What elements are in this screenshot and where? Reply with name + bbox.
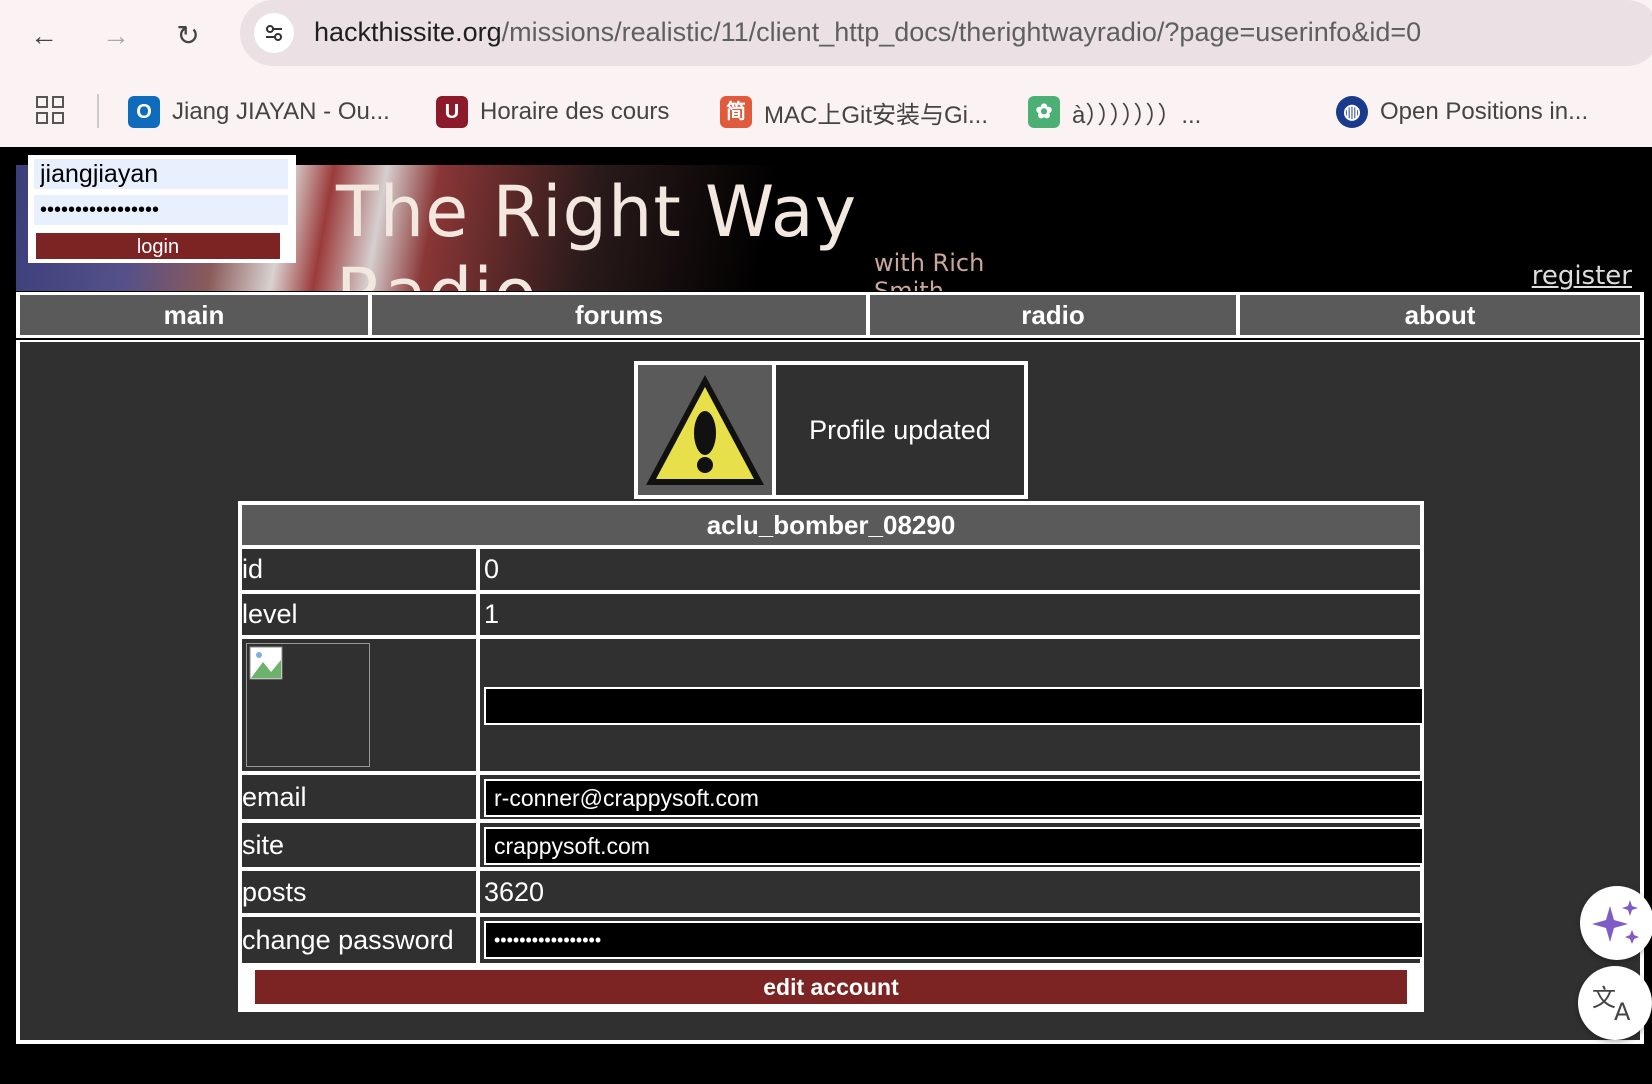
bookmark-label: MAC上Git安装与Gi... (764, 101, 989, 129)
change-password-cell (480, 917, 1424, 963)
back-button[interactable]: ← (24, 16, 64, 56)
paw-icon: ✿ (1028, 96, 1060, 128)
table-row: level 1 (242, 594, 1420, 635)
address-bar[interactable]: hackthissite.org/missions/realistic/11/c… (240, 0, 1652, 66)
email-field[interactable] (484, 779, 1424, 817)
bookmark-paw[interactable]: ✿ à）））））））... (1028, 94, 1201, 130)
avatar-cell (242, 639, 476, 771)
register-link[interactable]: register (1532, 261, 1632, 291)
password-input[interactable] (34, 195, 288, 225)
status-message-box: Profile updated (634, 361, 1028, 499)
table-row: site (242, 823, 1424, 867)
translate-button[interactable]: 文 A (1578, 966, 1652, 1040)
table-row: change password (242, 917, 1424, 963)
forward-button[interactable]: → (96, 16, 136, 56)
site-cell (480, 823, 1424, 867)
profile-table: aclu_bomber_08290 id 0 level 1 email sit… (238, 501, 1424, 1012)
bookmark-label: à）））））））... (1072, 101, 1202, 129)
level-value: 1 (480, 594, 1420, 635)
avatar-url-input[interactable] (484, 687, 1424, 725)
login-button[interactable]: login (34, 231, 282, 261)
email-label: email (242, 775, 476, 819)
site-info-icon[interactable] (254, 13, 294, 53)
bookmark-git[interactable]: 简 MAC上Git安装与Gi... (720, 94, 988, 130)
footer-divider (16, 1040, 1644, 1044)
bookmark-label: Jiang JIAYAN - Ou... (172, 98, 390, 125)
id-value: 0 (480, 549, 1420, 590)
site-field[interactable] (484, 827, 1424, 865)
table-row: posts 3620 (242, 871, 1420, 913)
site-subtitle: with Rich Smith (874, 249, 985, 291)
broken-image-icon (249, 646, 283, 680)
bookmarks-divider (97, 94, 99, 128)
bookmark-open-positions[interactable]: ◍ Open Positions in... (1336, 94, 1588, 130)
bookmark-outlook[interactable]: O Jiang JIAYAN - Ou... (128, 94, 390, 130)
change-password-field[interactable] (484, 921, 1424, 959)
posts-label: posts (242, 871, 476, 913)
svg-text:文: 文 (1592, 984, 1616, 1012)
status-message-text: Profile updated (776, 365, 1024, 495)
browser-chrome: ← → ↻ hackthissite.org/missions/realisti… (0, 0, 1652, 147)
table-row: id 0 (242, 549, 1420, 590)
main-nav: main forums radio about (16, 292, 1644, 338)
avatar (246, 643, 370, 767)
bookmarks-bar: O Jiang JIAYAN - Ou... U Horaire des cours… (0, 82, 1652, 142)
tab-about[interactable]: about (1240, 295, 1640, 335)
url-text: hackthissite.org/missions/realistic/11/c… (314, 17, 1421, 48)
url-path: /missions/realistic/11/client_http_docs/… (501, 17, 1422, 47)
username-input[interactable] (34, 159, 288, 189)
bookmark-horaire[interactable]: U Horaire des cours (436, 94, 669, 130)
svg-text:A: A (1614, 998, 1631, 1026)
warning-icon (638, 365, 772, 495)
tab-forums[interactable]: forums (372, 295, 866, 335)
posts-value: 3620 (480, 871, 1420, 913)
login-box: login (28, 155, 296, 263)
outlook-icon: O (128, 96, 160, 128)
jianshu-icon: 简 (720, 96, 752, 128)
translate-icon: 文 A (1592, 984, 1631, 1026)
university-logo-icon: U (436, 96, 468, 128)
tab-main[interactable]: main (20, 295, 368, 335)
edit-account-button[interactable]: edit account (252, 967, 1410, 1007)
ai-sparkle-button[interactable] (1580, 886, 1652, 960)
site-label: site (242, 823, 476, 867)
table-row: email (242, 775, 1424, 819)
url-domain: hackthissite.org (314, 17, 502, 47)
reload-button[interactable]: ↻ (168, 16, 208, 56)
sparkle-icon (1592, 900, 1639, 944)
level-label: level (242, 594, 476, 635)
change-password-label: change password (242, 917, 476, 963)
bookmark-label: Horaire des cours (480, 98, 670, 125)
tab-radio[interactable]: radio (870, 295, 1236, 335)
avatar-url-cell (480, 639, 1424, 771)
table-row (242, 639, 1424, 771)
id-label: id (242, 549, 476, 590)
bookmark-label: Open Positions in... (1380, 98, 1589, 125)
profile-username-header: aclu_bomber_08290 (242, 505, 1420, 545)
apps-grid-icon[interactable] (36, 96, 64, 129)
globe-icon: ◍ (1336, 96, 1368, 128)
email-cell (480, 775, 1424, 819)
